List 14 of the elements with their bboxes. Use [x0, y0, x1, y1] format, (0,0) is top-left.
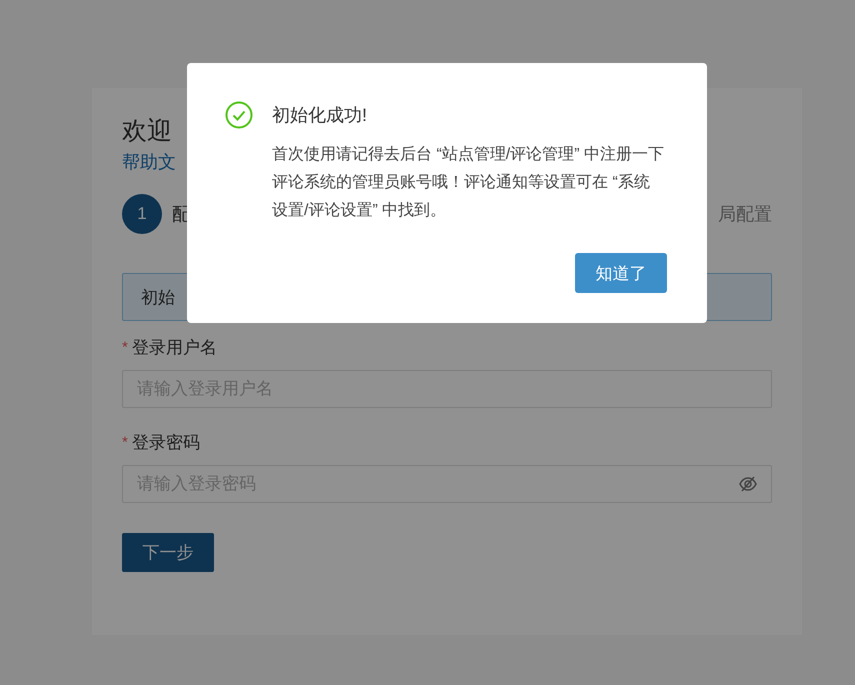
success-check-icon	[225, 101, 253, 129]
dialog-message: 首次使用请记得去后台 “站点管理/评论管理” 中注册一下评论系统的管理员账号哦！评论通知等设置可在 “系统设置/评论设置” 中找到。	[272, 144, 664, 221]
next-step-button[interactable]: 下一步	[122, 533, 214, 572]
page-title: 欢迎	[122, 116, 172, 146]
confirm-button[interactable]: 知道了	[575, 253, 667, 293]
required-mark: *	[122, 338, 128, 356]
dialog-title: 初始化成功!	[272, 104, 368, 127]
step-label: 局配置	[718, 203, 772, 226]
required-mark: *	[122, 434, 128, 450]
field-label: 登录密码	[132, 432, 200, 454]
help-link[interactable]: 帮助文	[122, 150, 176, 174]
hide-password-icon[interactable]	[738, 474, 758, 494]
step-number: 1	[122, 194, 162, 234]
field-label: 登录用户名	[132, 336, 217, 358]
